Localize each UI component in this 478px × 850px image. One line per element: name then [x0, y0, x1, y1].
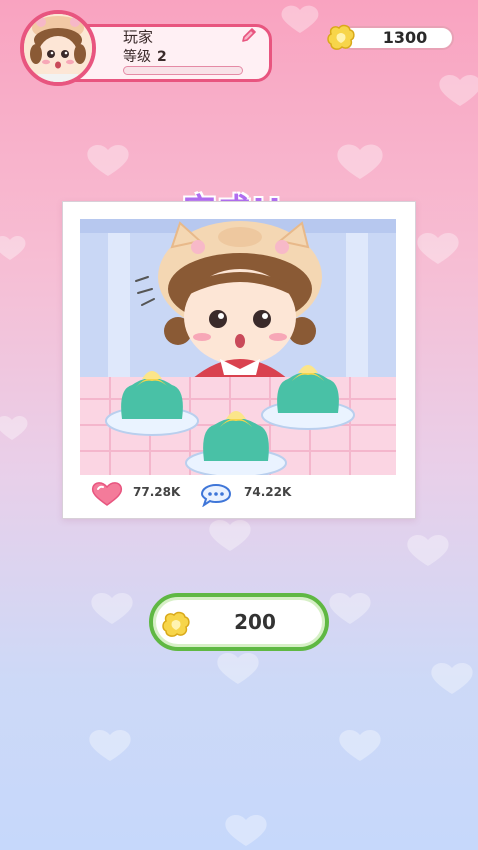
level-value: 2	[157, 49, 167, 65]
comment-bubble-icon	[200, 483, 232, 507]
edit-pencil-icon[interactable]	[240, 26, 258, 44]
comments-count: 74.22K	[244, 485, 292, 499]
avatar-girl-icon	[24, 14, 92, 82]
likes-count: 77.28K	[133, 485, 181, 499]
gold-coin-icon	[327, 24, 355, 50]
coin-amount: 1300	[382, 28, 428, 47]
level-progress-bar	[123, 66, 243, 75]
level-label: 等级	[123, 49, 151, 65]
heart-icon	[91, 482, 123, 506]
player-name: 玩家	[123, 28, 154, 46]
reward-amount: 200	[234, 610, 276, 634]
player-avatar[interactable]	[20, 10, 96, 86]
gold-coin-icon	[162, 611, 190, 637]
result-scene-image	[80, 219, 396, 475]
player-level: 等级 2	[123, 46, 167, 66]
